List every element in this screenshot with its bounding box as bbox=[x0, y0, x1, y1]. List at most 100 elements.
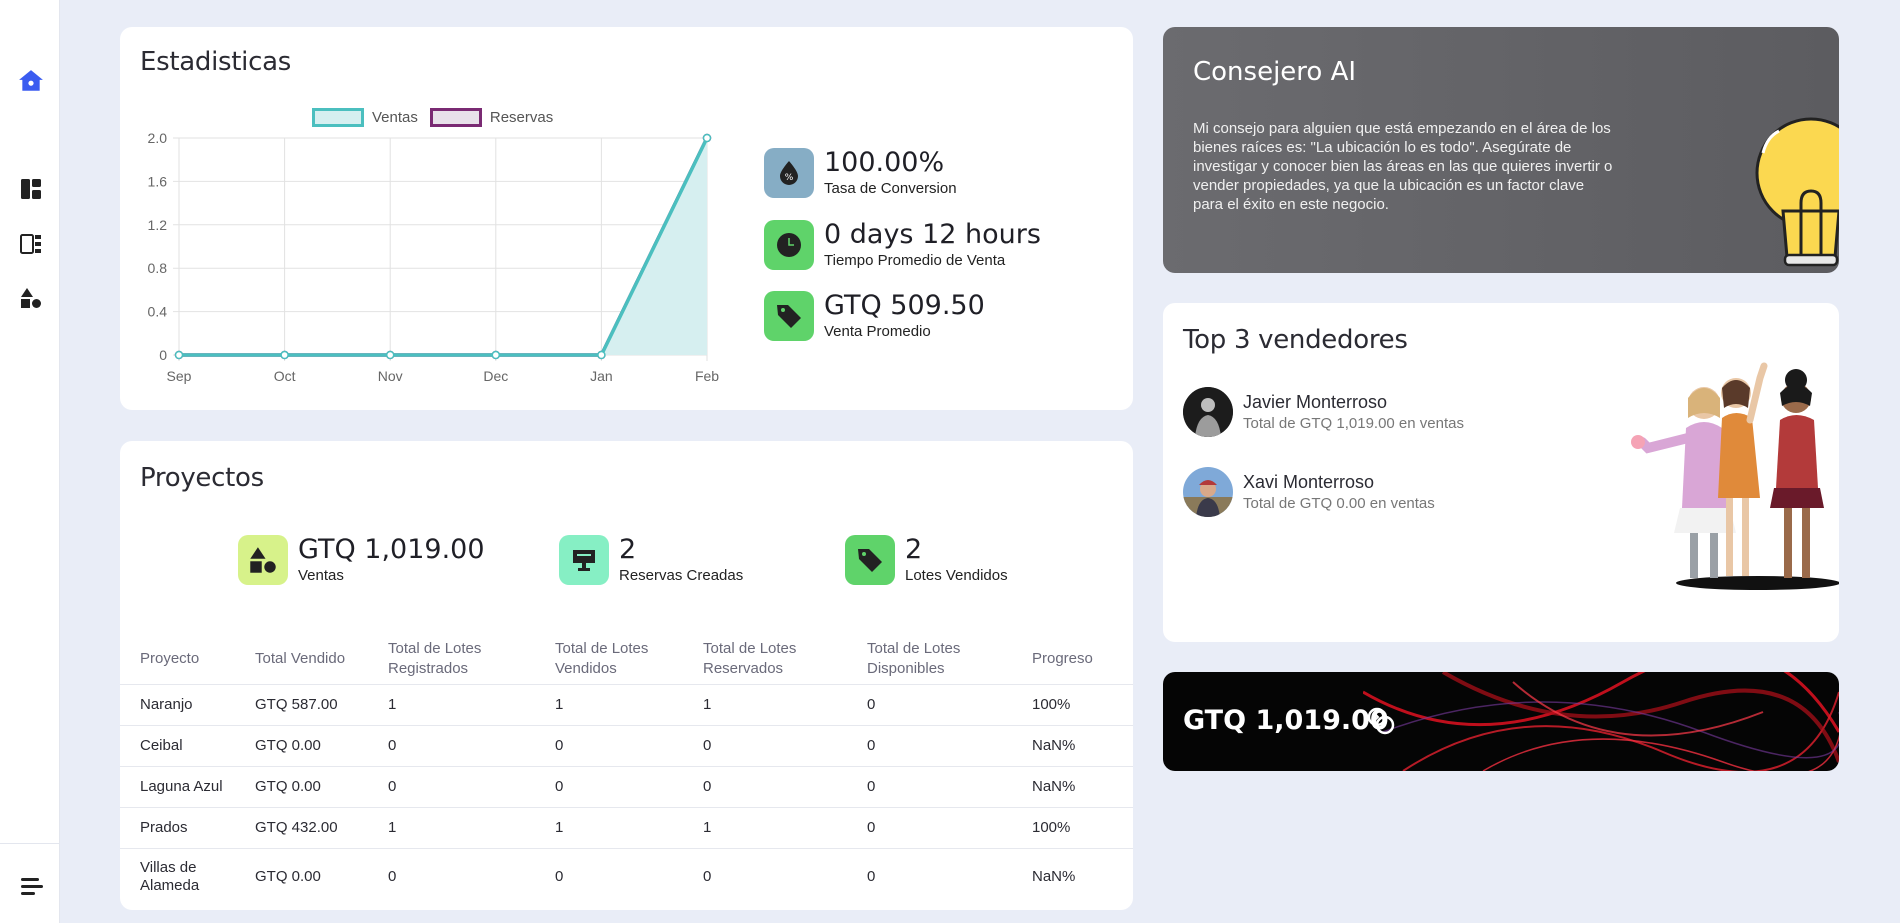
x-tick-label: Sep bbox=[167, 368, 192, 384]
table-cell: GTQ 0.00 bbox=[249, 725, 382, 767]
x-tick-label: Feb bbox=[695, 368, 719, 384]
home-icon[interactable] bbox=[18, 68, 44, 94]
table-row[interactable]: Naranjo GTQ 587.00 1 1 1 0 100% bbox=[120, 684, 1133, 726]
table-cell: 0 bbox=[861, 684, 1026, 726]
table-row[interactable]: Prados GTQ 432.00 1 1 1 0 100% bbox=[120, 807, 1133, 849]
tag-icon bbox=[845, 535, 895, 585]
seller-name: Xavi Monterroso bbox=[1243, 472, 1375, 492]
banner-amount: GTQ 1,019.00 bbox=[1183, 705, 1389, 736]
x-tick-label: Nov bbox=[378, 368, 403, 384]
kpi-conversion-label: Tasa de Conversion bbox=[824, 180, 957, 197]
kpi-venta-promedio-label: Venta Promedio bbox=[824, 323, 931, 340]
stats-card: Estadisticas 0 0.4 0.8 1.2 1.6 2.0 Sep Oct Nov De… bbox=[120, 27, 1133, 410]
kpi-tiempo: 0 days 12 hours Tiempo Promedio de Venta bbox=[764, 220, 1041, 270]
table-header-row: Proyecto Total Vendido Total de Lotes Re… bbox=[120, 634, 1133, 685]
table-cell: 1 bbox=[697, 684, 861, 726]
table-cell: 1 bbox=[382, 684, 549, 726]
series-area-ventas bbox=[179, 138, 707, 355]
projects-stat-lotes-value: 2 bbox=[905, 534, 923, 565]
chart-legend[interactable]: Ventas Reservas bbox=[312, 108, 565, 127]
table-cell: 1 bbox=[549, 807, 697, 849]
data-point-ventas bbox=[385, 350, 395, 360]
legend-label-ventas: Ventas bbox=[372, 109, 418, 126]
column-header[interactable]: Progreso bbox=[1026, 634, 1133, 685]
seller-item[interactable]: Xavi Monterroso Total de GTQ 0.00 en ven… bbox=[1183, 467, 1435, 517]
data-point-ventas bbox=[491, 350, 501, 360]
y-tick-label: 1.2 bbox=[148, 217, 168, 233]
column-header[interactable]: Total Vendido bbox=[249, 634, 382, 685]
table-cell: 0 bbox=[555, 868, 564, 886]
kpi-conversion-value: 100.00% bbox=[824, 147, 945, 178]
x-tick-label: Jan bbox=[590, 368, 613, 384]
table-cell: 0 bbox=[703, 868, 712, 886]
projects-stat-reservas-label: Reservas Creadas bbox=[619, 567, 744, 584]
shapes-icon[interactable] bbox=[18, 285, 44, 311]
sidebar-divider bbox=[0, 843, 60, 844]
projects-stat-lotes: 2 Lotes Vendidos bbox=[845, 535, 1008, 585]
column-header[interactable]: Total de Lotes Reservados bbox=[697, 634, 861, 685]
ai-advice-text: Mi consejo para alguien que está empezan… bbox=[1193, 120, 1613, 213]
projects-stat-lotes-label: Lotes Vendidos bbox=[905, 567, 1008, 584]
y-tick-label: 2.0 bbox=[148, 130, 168, 146]
table-cell: 0 bbox=[861, 725, 1026, 767]
table-cell: 100% bbox=[1026, 684, 1133, 726]
menu-icon[interactable] bbox=[18, 874, 44, 900]
top-sellers-card: Top 3 vendedores Javier Monterroso Total… bbox=[1163, 303, 1839, 642]
table-row[interactable]: Laguna Azul GTQ 0.00 0 0 0 0 NaN% bbox=[120, 766, 1133, 808]
banner-background-lines bbox=[1363, 672, 1839, 771]
table-cell: 1 bbox=[697, 807, 861, 849]
table-cell: GTQ 0.00 bbox=[255, 868, 321, 886]
table-cell: Laguna Azul bbox=[120, 766, 249, 808]
table-cell: Ceibal bbox=[120, 725, 249, 767]
projects-stat-ventas-label: Ventas bbox=[298, 567, 344, 584]
ai-advisor-card: Consejero AI Mi consejo para alguien que… bbox=[1163, 27, 1839, 273]
projects-table: Proyecto Total Vendido Total de Lotes Re… bbox=[120, 634, 1133, 906]
column-header[interactable]: Total de Lotes Registrados bbox=[382, 634, 549, 685]
column-header[interactable]: Proyecto bbox=[120, 634, 249, 685]
projects-stat-reservas: 2 Reservas Creadas bbox=[559, 535, 743, 585]
y-tick-label: 0 bbox=[159, 347, 167, 363]
legend-item-ventas[interactable]: Ventas bbox=[312, 108, 418, 127]
projects-stat-ventas: GTQ 1,019.00 Ventas bbox=[238, 535, 485, 585]
column-header[interactable]: Total de Lotes Vendidos bbox=[549, 634, 697, 685]
legend-swatch-ventas bbox=[312, 108, 364, 127]
table-cell: 1 bbox=[382, 807, 549, 849]
seller-sales: Total de GTQ 1,019.00 en ventas bbox=[1243, 415, 1464, 432]
y-tick-label: 0.4 bbox=[148, 304, 168, 320]
tag-icon bbox=[764, 291, 814, 341]
table-cell: GTQ 0.00 bbox=[249, 766, 382, 808]
seller-sales: Total de GTQ 0.00 en ventas bbox=[1243, 495, 1435, 512]
column-header[interactable]: Total de Lotes Disponibles bbox=[861, 634, 1026, 685]
table-row[interactable]: Villas de Alameda GTQ 0.00 0 0 0 0 NaN% bbox=[120, 848, 1133, 906]
kpi-venta-promedio-value: GTQ 509.50 bbox=[824, 290, 985, 321]
table-cell: Prados bbox=[120, 807, 249, 849]
data-point-ventas bbox=[702, 133, 712, 143]
svg-text:%: % bbox=[785, 173, 794, 183]
clock-icon bbox=[764, 220, 814, 270]
y-tick-label: 0.8 bbox=[148, 260, 168, 276]
seller-item[interactable]: Javier Monterroso Total de GTQ 1,019.00 … bbox=[1183, 387, 1464, 437]
dashboard-icon[interactable] bbox=[18, 176, 44, 202]
layout-icon[interactable] bbox=[18, 231, 44, 257]
table-cell: 0 bbox=[382, 725, 549, 767]
table-cell: 0 bbox=[697, 766, 861, 808]
stats-chart: 0 0.4 0.8 1.2 1.6 2.0 Sep Oct Nov Dec Jan Feb bbox=[148, 130, 720, 384]
table-cell: 0 bbox=[867, 868, 876, 886]
projects-stat-reservas-value: 2 bbox=[619, 534, 637, 565]
legend-label-reservas: Reservas bbox=[489, 109, 554, 126]
table-cell: 0 bbox=[549, 766, 697, 808]
table-cell: GTQ 432.00 bbox=[249, 807, 382, 849]
data-point-ventas bbox=[174, 350, 184, 360]
table-cell: 0 bbox=[382, 766, 549, 808]
kpi-conversion: % 100.00% Tasa de Conversion bbox=[764, 148, 957, 198]
lightbulb-icon bbox=[1755, 117, 1839, 267]
table-cell: 0 bbox=[697, 725, 861, 767]
table-row[interactable]: Ceibal GTQ 0.00 0 0 0 0 NaN% bbox=[120, 725, 1133, 767]
seller-name: Javier Monterroso bbox=[1243, 392, 1388, 412]
legend-item-reservas[interactable]: Reservas bbox=[429, 108, 554, 127]
avatar bbox=[1183, 467, 1233, 517]
table-cell: Naranjo bbox=[120, 684, 249, 726]
projects-title: Proyectos bbox=[140, 463, 264, 493]
kpi-tiempo-label: Tiempo Promedio de Venta bbox=[824, 252, 1006, 269]
table-cell: 1 bbox=[549, 684, 697, 726]
